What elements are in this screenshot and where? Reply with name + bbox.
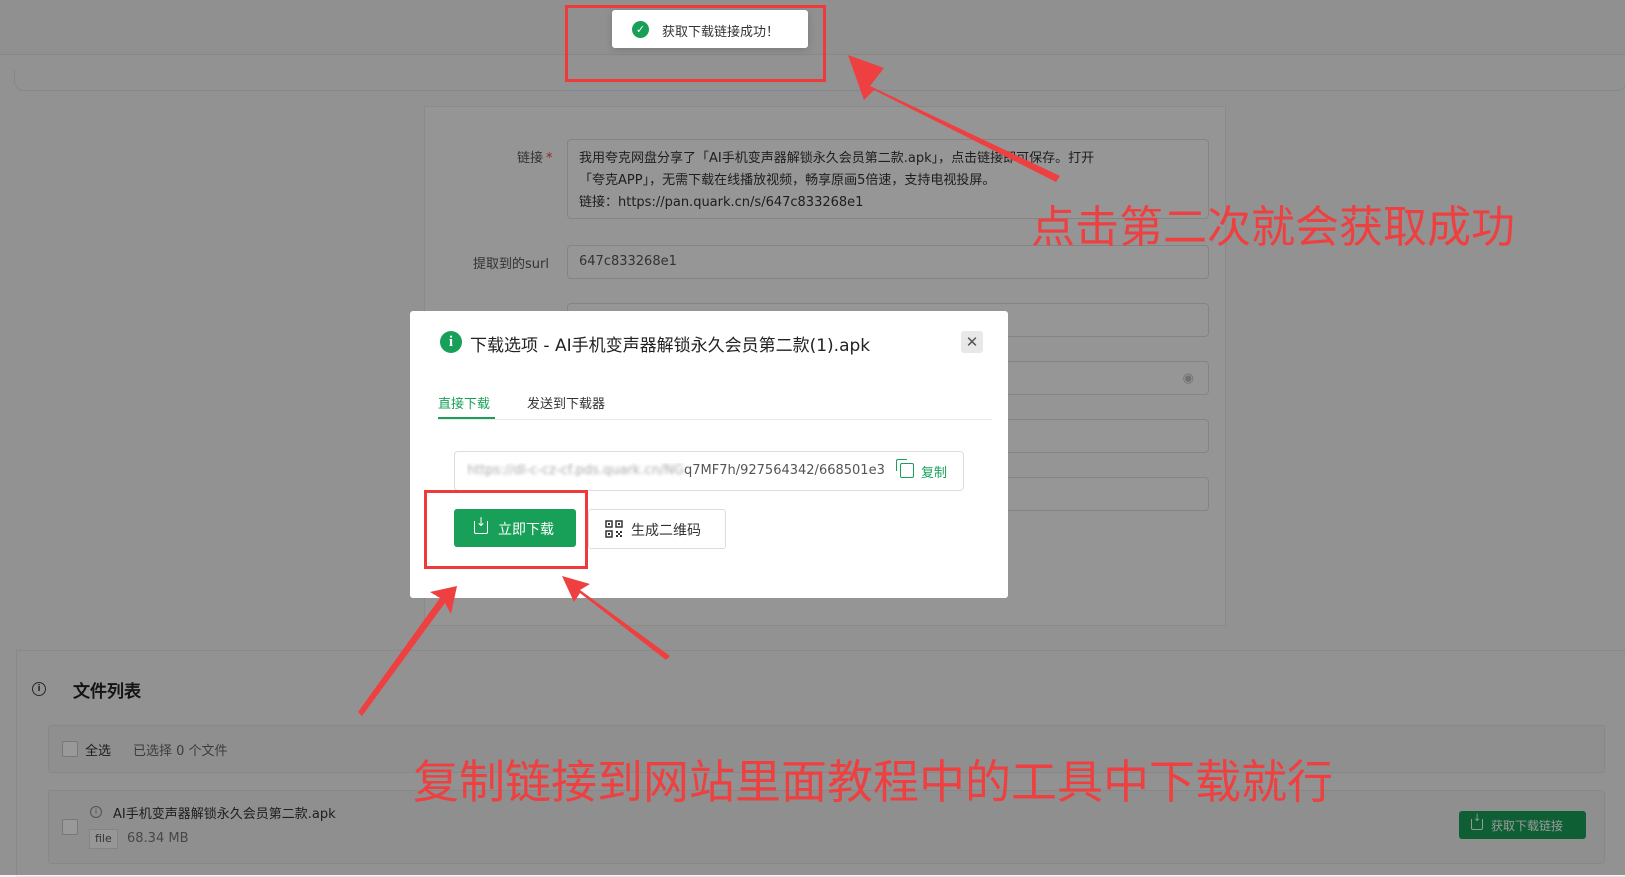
generate-qr-label: 生成二维码	[631, 523, 701, 539]
download-url: https://dl-c-cz-cf.pds.quark.cn/NGq7MF7h…	[467, 463, 887, 478]
download-url-visible: q7MF7h/927564342/668501e3	[684, 463, 885, 478]
annotation-text: 点击第二次就会获取成功	[1031, 202, 1515, 253]
tab-direct-download[interactable]: 直接下载	[438, 393, 490, 412]
copy-icon[interactable]	[896, 459, 914, 478]
annotation-text: 复制链接到网站里面教程中的工具中下载就行	[413, 755, 1333, 809]
tab-send-to-downloader[interactable]: 发送到下载器	[527, 393, 605, 412]
info-icon: i	[440, 331, 462, 353]
annotation-box-toast	[565, 5, 826, 82]
dialog-title: 下载选项 - AI手机变声器解锁永久会员第二款(1).apk	[470, 336, 871, 356]
generate-qr-button[interactable]: 生成二维码	[588, 509, 726, 549]
copy-button[interactable]: 复制	[921, 462, 947, 481]
close-icon[interactable]: ✕	[961, 331, 983, 353]
download-url-blurred: https://dl-c-cz-cf.pds.quark.cn/NG	[467, 463, 685, 478]
download-url-field[interactable]: https://dl-c-cz-cf.pds.quark.cn/NGq7MF7h…	[454, 451, 964, 491]
tab-divider	[438, 419, 992, 420]
qr-code-icon	[605, 520, 623, 538]
annotation-box-download	[424, 490, 588, 569]
